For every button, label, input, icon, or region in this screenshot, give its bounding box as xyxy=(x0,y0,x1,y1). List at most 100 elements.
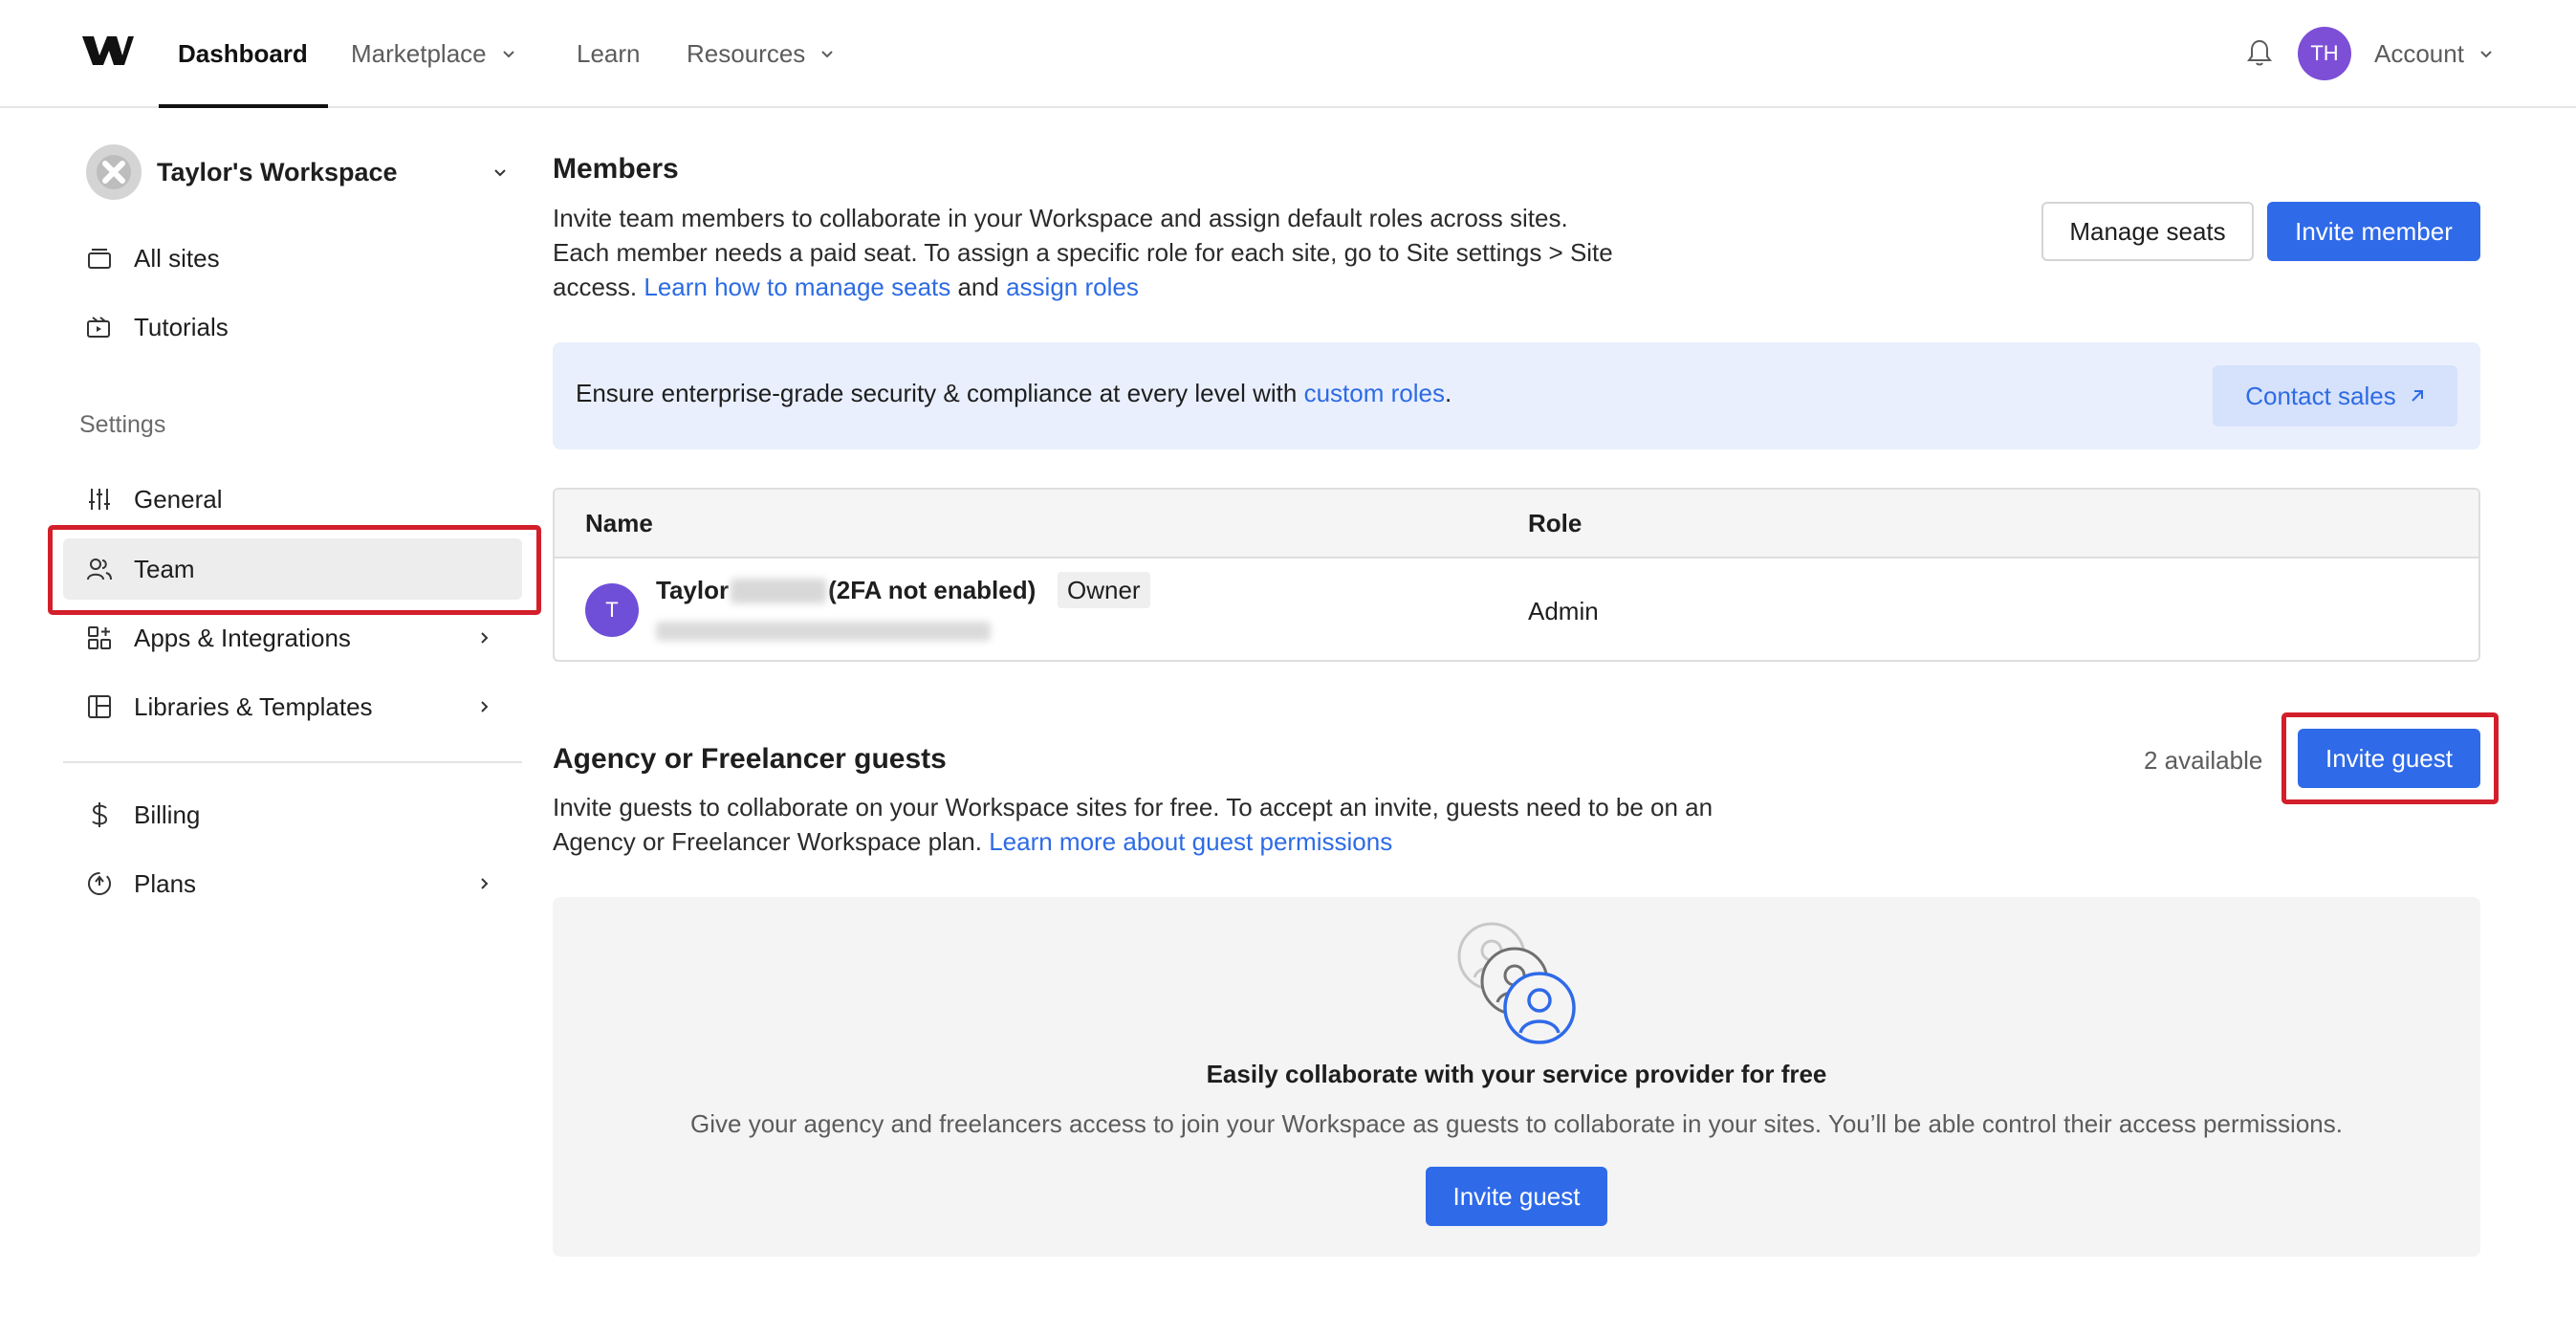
sidebar-item-plans[interactable]: Plans xyxy=(63,853,522,914)
workspace-name: Taylor's Workspace xyxy=(157,157,398,186)
sidebar-item-label: All sites xyxy=(134,243,220,273)
guests-description: Invite guests to collaborate on your Wor… xyxy=(553,790,1891,859)
member-initial: T xyxy=(605,598,619,622)
guest-permissions-link[interactable]: Learn more about guest permissions xyxy=(989,827,1392,856)
user-avatar[interactable]: TH xyxy=(2298,27,2351,80)
chevron-right-icon xyxy=(481,632,489,644)
nav-learn-label: Learn xyxy=(577,39,641,68)
nav-marketplace[interactable]: Marketplace xyxy=(351,0,515,108)
guests-desc-line2: Agency or Freelancer Workspace plan. Lea… xyxy=(553,824,1891,859)
top-navigation: Dashboard Marketplace Learn Resources TH… xyxy=(0,0,2576,108)
contact-sales-button[interactable]: Contact sales xyxy=(2213,365,2457,427)
members-desc-line3: access. Learn how to manage seats and as… xyxy=(553,270,1738,304)
chevron-down-icon xyxy=(494,169,506,177)
guests-title: Agency or Freelancer guests xyxy=(553,743,947,775)
webflow-logo-icon[interactable] xyxy=(82,34,134,67)
owner-badge-label: Owner xyxy=(1067,575,1141,604)
chevron-right-icon xyxy=(481,878,489,889)
guests-illustration-icon xyxy=(1457,922,1576,1044)
nav-resources-label: Resources xyxy=(687,39,806,68)
team-highlight-box xyxy=(48,525,541,615)
workspace-logo-icon xyxy=(86,144,142,200)
external-arrow-icon xyxy=(2412,390,2423,402)
sidebar-item-label: Plans xyxy=(134,868,197,898)
sidebar-item-billing[interactable]: Billing xyxy=(63,784,522,845)
bell-icon[interactable] xyxy=(2247,38,2272,67)
members-desc-and: and xyxy=(950,273,1007,301)
nav-dashboard-label: Dashboard xyxy=(178,39,308,68)
nav-dashboard[interactable]: Dashboard xyxy=(178,0,308,108)
manage-seats-link[interactable]: Learn how to manage seats xyxy=(644,273,950,301)
banner-text-prefix: Ensure enterprise-grade security & compl… xyxy=(576,379,1304,407)
table-header: Name Role xyxy=(555,490,2478,558)
sidebar-item-label: Tutorials xyxy=(134,312,229,341)
members-desc-line1: Invite team members to collaborate in yo… xyxy=(553,204,1568,232)
apps-icon xyxy=(86,624,113,651)
sidebar-item-label: General xyxy=(134,484,223,514)
account-menu[interactable]: Account xyxy=(2374,0,2493,108)
avatar-initials: TH xyxy=(2310,41,2339,65)
chevron-down-icon xyxy=(502,50,514,57)
custom-roles-banner: Ensure enterprise-grade security & compl… xyxy=(553,342,2480,449)
member-name: Taylor (2FA not enabled) xyxy=(656,576,1036,605)
members-description: Invite team members to collaborate in yo… xyxy=(553,201,1738,304)
sidebar-divider xyxy=(63,761,522,763)
dollar-icon xyxy=(86,801,113,828)
banner-text: Ensure enterprise-grade security & compl… xyxy=(576,379,1452,408)
nav-learn[interactable]: Learn xyxy=(577,0,641,108)
member-first-name: Taylor xyxy=(656,576,730,604)
sidebar-item-libraries-templates[interactable]: Libraries & Templates xyxy=(63,676,522,737)
members-title: Members xyxy=(553,153,679,185)
manage-seats-button[interactable]: Manage seats xyxy=(2041,202,2254,261)
guests-empty-state: Easily collaborate with your service pro… xyxy=(553,897,2480,1257)
custom-roles-link[interactable]: custom roles xyxy=(1304,379,1445,407)
members-desc-prefix: access. xyxy=(553,273,644,301)
invite-member-button[interactable]: Invite member xyxy=(2267,202,2480,261)
empty-state-invite-guest-button[interactable]: Invite guest xyxy=(1426,1167,1607,1226)
invite-member-label: Invite member xyxy=(2295,216,2453,246)
members-desc-line2: Each member needs a paid seat. To assign… xyxy=(553,238,1613,267)
chevron-down-icon xyxy=(2480,50,2492,57)
manage-seats-label: Manage seats xyxy=(2069,216,2226,246)
column-header-role: Role xyxy=(1528,509,1583,537)
plans-icon xyxy=(86,870,113,897)
sidebar-item-tutorials[interactable]: Tutorials xyxy=(63,296,522,358)
nav-active-underline xyxy=(159,104,328,108)
banner-text-suffix: . xyxy=(1444,379,1452,407)
invite-guest-highlight-box xyxy=(2281,712,2499,804)
nav-marketplace-label: Marketplace xyxy=(351,39,487,68)
redacted-surname xyxy=(731,578,827,603)
empty-state-invite-guest-label: Invite guest xyxy=(1452,1181,1581,1211)
empty-state-description: Give your agency and freelancers access … xyxy=(690,1109,2343,1138)
sidebar-item-label: Billing xyxy=(134,799,201,829)
contact-sales-label: Contact sales xyxy=(2245,381,2396,410)
member-role: Admin xyxy=(1528,597,1599,625)
sidebar-item-all-sites[interactable]: All sites xyxy=(63,228,522,289)
redacted-email xyxy=(656,622,991,641)
sidebar-item-label: Libraries & Templates xyxy=(134,691,373,721)
libraries-icon xyxy=(86,693,113,720)
tutorials-icon xyxy=(86,314,113,340)
sidebar-item-label: Apps & Integrations xyxy=(134,623,351,652)
empty-state-title: Easily collaborate with your service pro… xyxy=(1206,1060,1827,1088)
member-avatar: T xyxy=(585,583,639,637)
guests-desc-line1: Invite guests to collaborate on your Wor… xyxy=(553,793,1714,821)
guests-available-count: 2 available xyxy=(2144,746,2263,775)
table-row[interactable]: T Taylor (2FA not enabled) Owner Admin xyxy=(555,558,2478,660)
chevron-right-icon xyxy=(481,701,489,712)
sliders-icon xyxy=(86,486,113,513)
nav-resources[interactable]: Resources xyxy=(687,0,834,108)
settings-heading: Settings xyxy=(79,411,166,438)
account-label: Account xyxy=(2374,39,2464,68)
owner-badge: Owner xyxy=(1058,572,1150,608)
guests-desc-prefix: Agency or Freelancer Workspace plan. xyxy=(553,827,990,856)
workspace-switcher[interactable]: Taylor's Workspace xyxy=(86,144,513,200)
assign-roles-link[interactable]: assign roles xyxy=(1006,273,1139,301)
members-table: Name Role T Taylor (2FA not enabled) Own… xyxy=(553,488,2480,662)
sites-icon xyxy=(86,245,113,272)
sidebar-item-apps-integrations[interactable]: Apps & Integrations xyxy=(63,607,522,668)
member-2fa-status: (2FA not enabled) xyxy=(828,576,1037,604)
column-header-name: Name xyxy=(585,509,653,537)
chevron-down-icon xyxy=(821,50,833,57)
sidebar-item-general[interactable]: General xyxy=(63,469,522,530)
